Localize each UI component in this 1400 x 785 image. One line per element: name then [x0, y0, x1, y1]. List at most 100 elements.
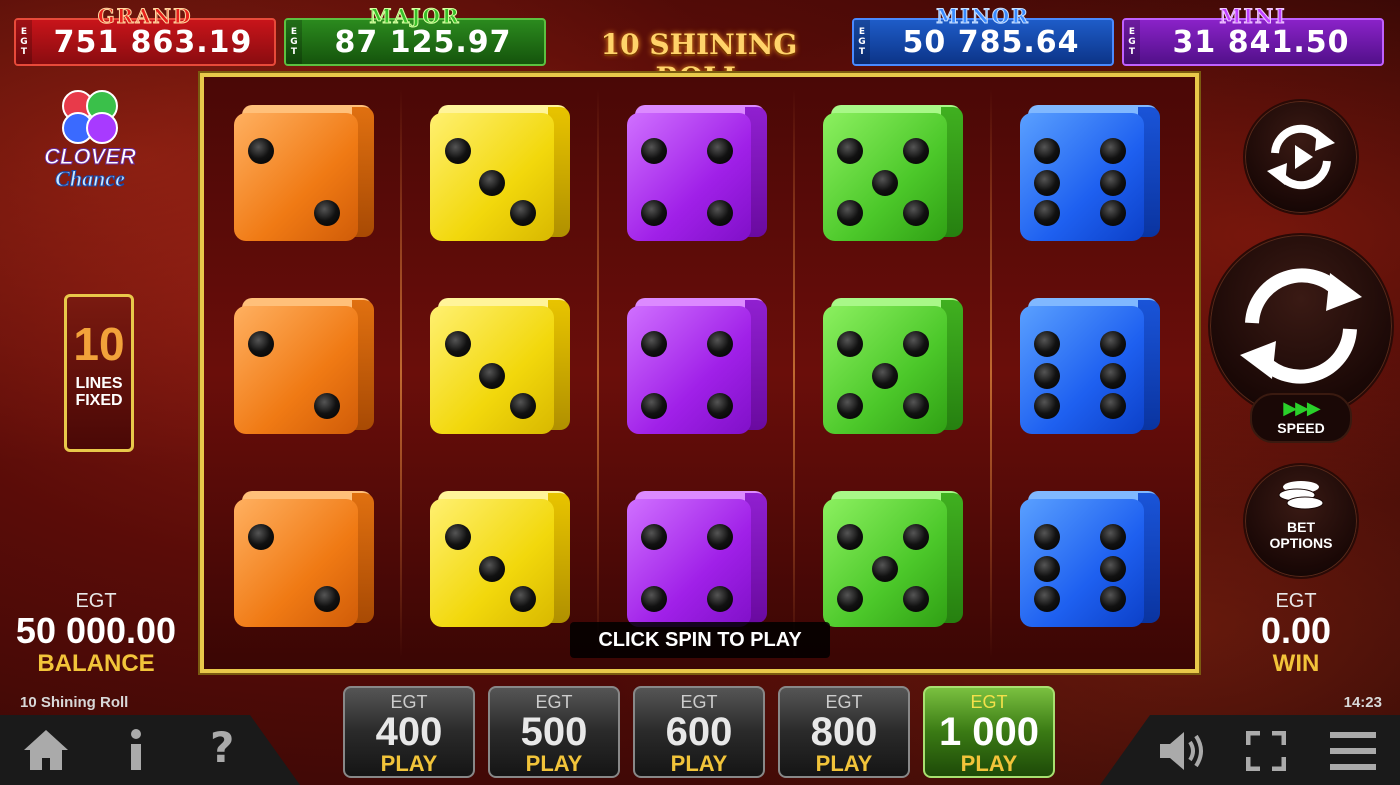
win-label: WIN	[1272, 650, 1320, 677]
bet-play-label: PLAY	[380, 751, 438, 776]
bet-options-button[interactable]: BET OPTIONS	[1243, 463, 1359, 579]
bet-currency: EGT	[970, 692, 1008, 712]
spin-button[interactable]	[1208, 233, 1394, 419]
die-pip	[1099, 199, 1126, 226]
bet-button-500[interactable]: EGT 500 PLAY	[488, 686, 620, 778]
bet-play-label: PLAY	[960, 751, 1018, 776]
lines-indicator: 10 LINES FIXED	[64, 294, 134, 452]
bet-amount: 1 000	[938, 710, 1040, 754]
die-pip	[1033, 392, 1060, 419]
symbol-purple-die-4	[626, 491, 767, 629]
speed-label: SPEED	[1277, 420, 1325, 436]
jackpot-mini-name: MINI	[1219, 4, 1287, 29]
jackpot-grand-name: GRAND	[97, 4, 193, 29]
die-pip	[1099, 331, 1126, 358]
die-pip	[314, 392, 340, 419]
speed-button[interactable]: ▶▶▶ SPEED	[1250, 393, 1352, 443]
footer-game-name: 10 Shining Roll	[20, 694, 129, 711]
symbol-orange-die-2	[234, 298, 374, 436]
lines-number: 10	[73, 318, 125, 370]
die-pip	[641, 585, 668, 612]
symbol-orange-die-2	[234, 491, 374, 629]
symbol-green-die-5	[823, 105, 964, 243]
reel-area[interactable]	[200, 73, 1199, 673]
symbol-orange-die-2	[234, 105, 374, 243]
hamburger-menu-icon[interactable]	[1330, 732, 1376, 774]
die-pip	[1099, 170, 1126, 197]
symbol-blue-die-6	[1019, 491, 1160, 629]
die-pip	[903, 199, 930, 226]
bet-amount: 500	[520, 710, 588, 754]
bet-currency: EGT	[680, 692, 718, 712]
autoplay-icon	[1267, 124, 1335, 190]
jackpot-grand: GRAND EGT 751 863.19	[14, 4, 276, 66]
reel-separator	[400, 89, 403, 657]
symbol-purple-die-4	[626, 105, 767, 243]
help-icon[interactable]: ?	[210, 726, 234, 770]
die-pip	[1099, 392, 1126, 419]
die-pip	[314, 199, 340, 226]
speaker-icon[interactable]	[1158, 730, 1208, 776]
bet-amount: 800	[810, 710, 878, 754]
reel-separator	[793, 89, 796, 657]
bet-button-600[interactable]: EGT 600 PLAY	[633, 686, 765, 778]
clover-chance-logo: CLOVER Chance	[30, 88, 150, 203]
bet-amount: 400	[375, 710, 443, 754]
balance-amount: 50 000.00	[15, 610, 177, 651]
die-pip	[314, 585, 340, 612]
bet-currency: EGT	[825, 692, 863, 712]
jackpot-major-name: MAJOR	[369, 4, 461, 29]
die-pip	[706, 585, 733, 612]
clock: 14:23	[1343, 694, 1382, 711]
bet-button-400[interactable]: EGT 400 PLAY	[343, 686, 475, 778]
win-panel: EGT 0.00 WIN	[1236, 590, 1356, 679]
symbol-blue-die-6	[1019, 298, 1160, 436]
bet-play-label: PLAY	[815, 751, 873, 776]
spin-icon	[1240, 268, 1362, 384]
symbol-purple-die-4	[626, 298, 767, 436]
die-pip	[1033, 199, 1060, 226]
jackpot-minor-value: 50 785.64	[902, 24, 1080, 60]
symbol-green-die-5	[823, 298, 964, 436]
fast-forward-icon: ▶▶▶	[1283, 398, 1321, 419]
reel-separator	[596, 89, 599, 657]
click-spin-message: CLICK SPIN TO PLAY	[570, 622, 830, 658]
info-icon[interactable]	[126, 728, 146, 776]
symbol-green-die-5	[823, 491, 964, 629]
bet-currency: EGT	[390, 692, 428, 712]
die-pip	[706, 392, 733, 419]
fullscreen-icon[interactable]	[1245, 730, 1287, 775]
reel-separator	[989, 89, 992, 657]
die-pip	[444, 524, 471, 551]
die-pip	[444, 331, 471, 358]
jackpot-major-value: 87 125.97	[334, 24, 512, 60]
die-pip	[1099, 585, 1126, 612]
bet-play-label: PLAY	[525, 751, 583, 776]
win-amount: 0.00	[1260, 610, 1332, 651]
die-pip	[1099, 524, 1126, 551]
die-pip	[706, 331, 733, 358]
die-pip	[1099, 138, 1126, 165]
balance-label: BALANCE	[37, 650, 155, 677]
jackpot-minor: MINOR EGT 50 785.64	[852, 4, 1114, 66]
symbol-yellow-die-3	[430, 491, 571, 629]
balance-panel: EGT 50 000.00 BALANCE	[8, 590, 184, 679]
bet-currency: EGT	[535, 692, 573, 712]
logo-line2: Chance	[55, 166, 126, 192]
die-pip	[903, 585, 930, 612]
bet-button-800[interactable]: EGT 800 PLAY	[778, 686, 910, 778]
die-pip	[1099, 363, 1126, 390]
bet-options-label: BET OPTIONS	[1269, 519, 1333, 551]
home-icon[interactable]	[22, 728, 70, 776]
die-pip	[903, 392, 930, 419]
die-pip	[641, 392, 668, 419]
jackpot-minor-name: MINOR	[936, 4, 1030, 29]
die-pip	[1033, 585, 1060, 612]
autoplay-button[interactable]	[1243, 99, 1359, 215]
die-pip	[444, 138, 471, 165]
jackpot-grand-value: 751 863.19	[53, 24, 253, 60]
bet-button-1000[interactable]: EGT 1 000 PLAY	[923, 686, 1055, 778]
die-pip	[706, 199, 733, 226]
jackpot-mini-value: 31 841.50	[1172, 24, 1350, 60]
symbol-yellow-die-3	[430, 298, 571, 436]
